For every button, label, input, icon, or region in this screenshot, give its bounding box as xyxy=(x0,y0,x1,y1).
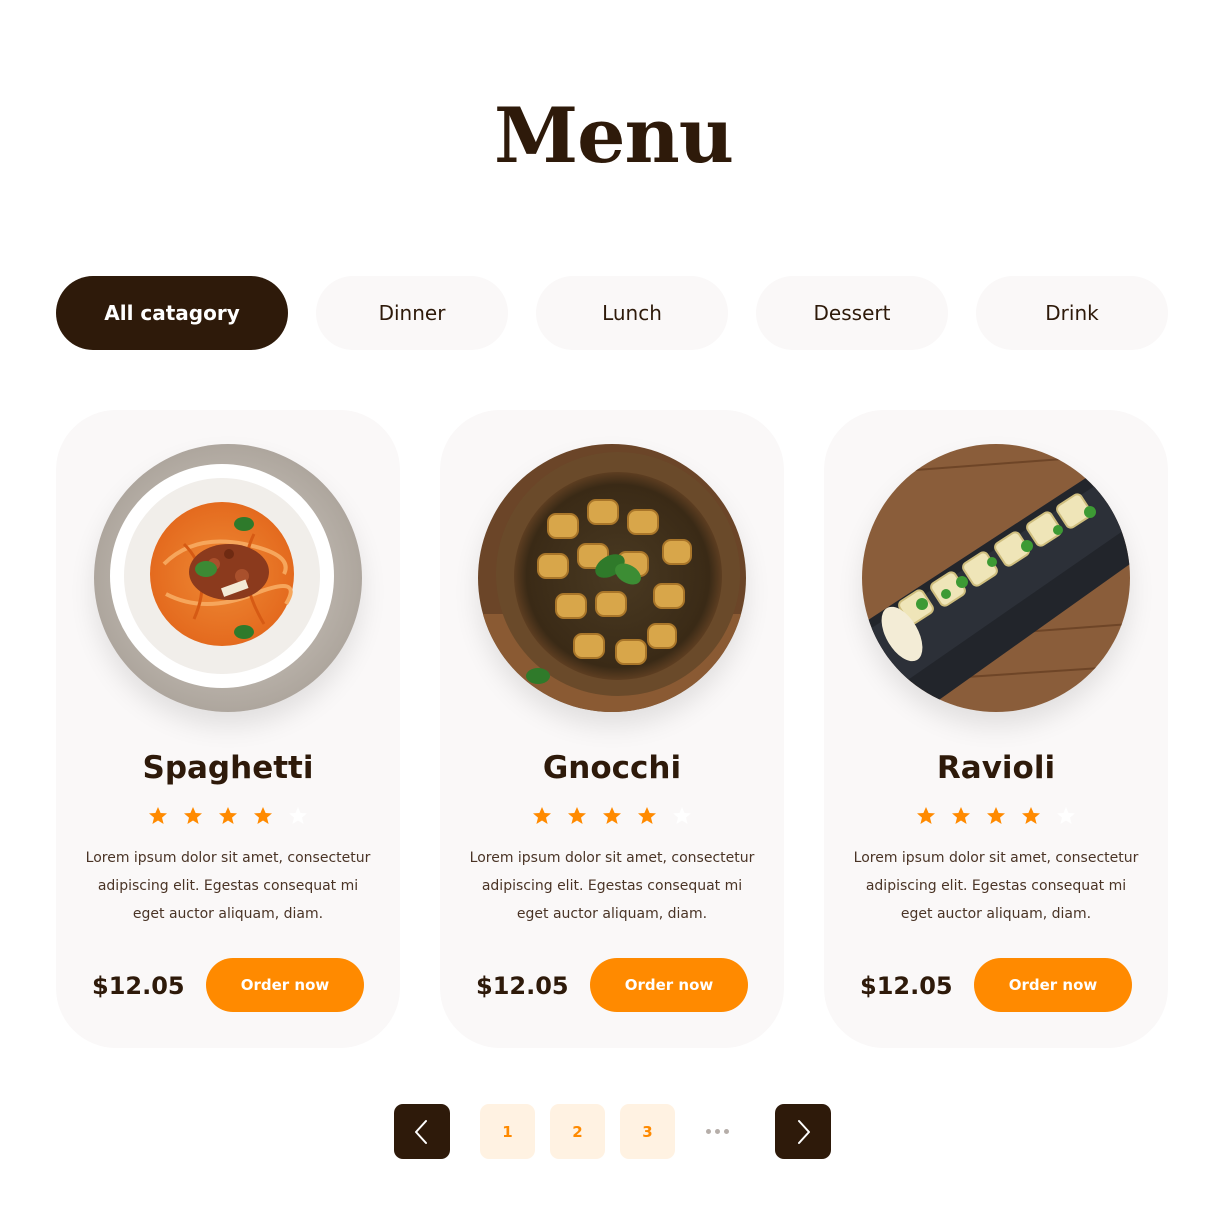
dish-price: $12.05 xyxy=(860,972,953,1000)
star-icon xyxy=(568,807,586,824)
dish-name: Spaghetti xyxy=(142,750,314,786)
star-icon xyxy=(987,807,1005,824)
star-icon xyxy=(1022,807,1040,824)
star-icon xyxy=(603,807,621,824)
star-empty-icon xyxy=(289,807,307,824)
star-icon xyxy=(254,807,272,824)
rating-stars xyxy=(914,806,1078,828)
next-page-button[interactable] xyxy=(775,1104,831,1159)
dish-price: $12.05 xyxy=(476,972,569,1000)
dish-name: Ravioli xyxy=(936,750,1056,786)
order-now-button[interactable]: Order now xyxy=(206,958,364,1012)
star-icon xyxy=(184,807,202,824)
star-icon xyxy=(638,807,656,824)
previous-page-button[interactable] xyxy=(394,1104,450,1159)
order-now-button[interactable]: Order now xyxy=(974,958,1132,1012)
dish-photo xyxy=(478,444,746,712)
page-title: Menu xyxy=(494,91,734,180)
page-1-button[interactable]: 1 xyxy=(480,1104,535,1159)
category-tab-lunch[interactable]: Lunch xyxy=(536,276,728,350)
chevron-right-icon xyxy=(798,1119,810,1144)
dish-description: Lorem ipsum dolor sit amet, consectetur … xyxy=(853,850,1139,922)
order-now-button[interactable]: Order now xyxy=(590,958,748,1012)
dish-photo xyxy=(862,444,1130,712)
dish-name: Gnocchi xyxy=(542,750,682,786)
menu-card: Gnocchi Lorem ipsum dolor sit amet, cons… xyxy=(440,410,784,1048)
page-3-button[interactable]: 3 xyxy=(620,1104,675,1159)
category-tab-all[interactable]: All catagory xyxy=(56,276,288,350)
category-tab-dessert[interactable]: Dessert xyxy=(756,276,948,350)
menu-card: Ravioli Lorem ipsum dolor sit amet, cons… xyxy=(824,410,1168,1048)
dish-description: Lorem ipsum dolor sit amet, consectetur … xyxy=(85,850,371,922)
category-tab-drink[interactable]: Drink xyxy=(976,276,1168,350)
star-icon xyxy=(219,807,237,824)
star-icon xyxy=(533,807,551,824)
star-icon xyxy=(149,807,167,824)
star-icon xyxy=(952,807,970,824)
dish-photo xyxy=(94,444,362,712)
ellipsis-icon xyxy=(697,1104,737,1159)
rating-stars xyxy=(530,806,694,828)
category-tab-dinner[interactable]: Dinner xyxy=(316,276,508,350)
rating-stars xyxy=(146,806,310,828)
page-2-button[interactable]: 2 xyxy=(550,1104,605,1159)
star-empty-icon xyxy=(1057,807,1075,824)
chevron-left-icon xyxy=(415,1119,427,1144)
dish-price: $12.05 xyxy=(92,972,185,1000)
dish-description: Lorem ipsum dolor sit amet, consectetur … xyxy=(469,850,755,922)
star-icon xyxy=(917,807,935,824)
star-empty-icon xyxy=(673,807,691,824)
menu-card: Spaghetti Lorem ipsum dolor sit amet, co… xyxy=(56,410,400,1048)
